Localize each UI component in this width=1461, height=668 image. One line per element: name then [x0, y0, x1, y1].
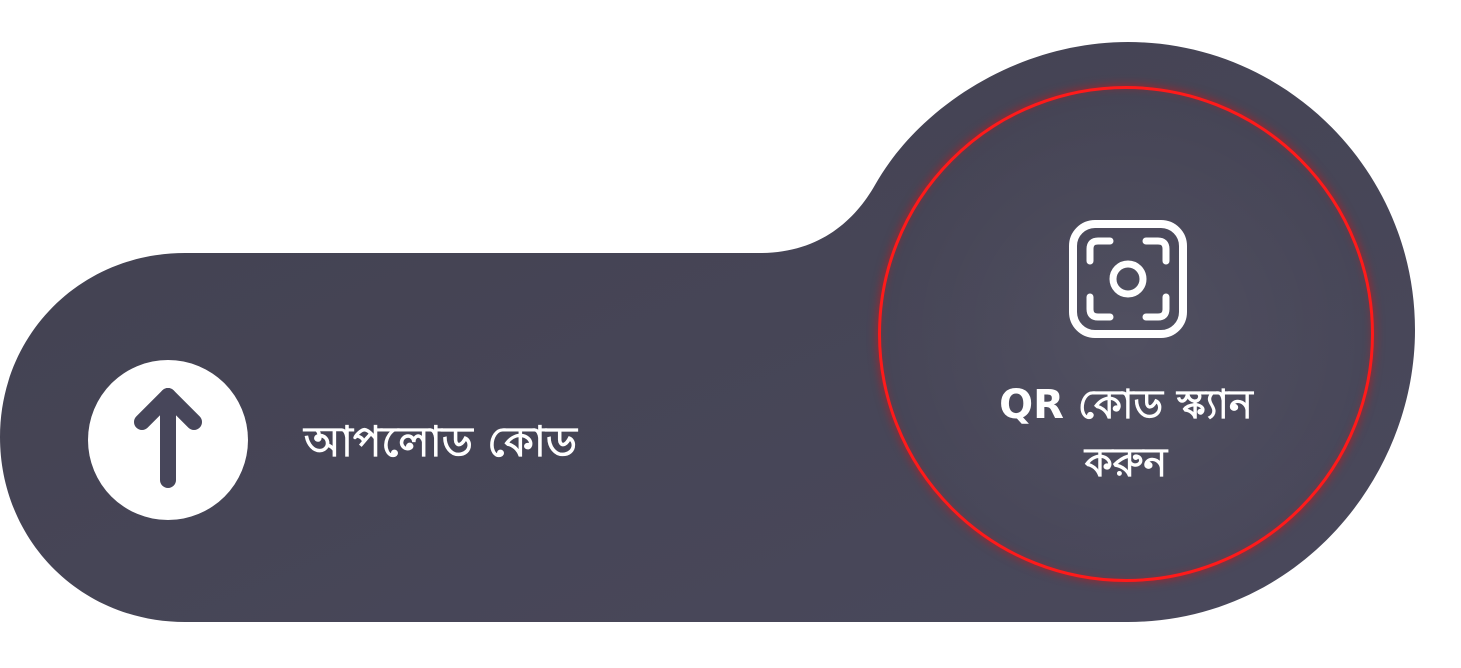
upload-icon-circle: [88, 360, 248, 520]
camera-focus-icon: [1069, 220, 1187, 338]
qr-action-panel: আপলোড কোড QR কোড স্ক্যান করুন: [0, 0, 1461, 668]
scan-qr-button[interactable]: QR কোড স্ক্যান করুন: [878, 86, 1374, 582]
scan-qr-label-line2: করুন: [1084, 440, 1168, 486]
upload-code-button[interactable]: আপলোড কোড: [60, 300, 720, 590]
arrow-up-icon: [134, 388, 202, 488]
scan-qr-label-line1: QR কোড স্ক্যান: [999, 382, 1253, 428]
upload-code-label: আপলোড কোড: [304, 417, 577, 466]
scan-qr-label: QR কোড স্ক্যান করুন: [926, 376, 1326, 492]
